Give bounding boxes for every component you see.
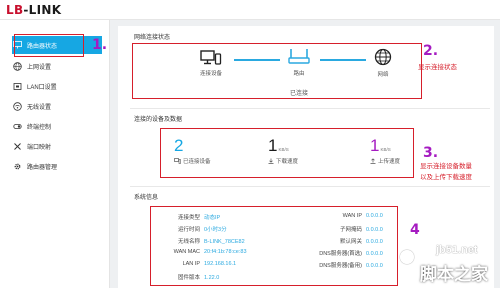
router-icon: [288, 49, 310, 64]
sidebar-item-label: LAN口设置: [27, 84, 57, 91]
info-row: 连接类型 动态IP: [177, 215, 221, 221]
info-row: 子网掩码 0.0.0.0: [339, 227, 383, 233]
internet-device: 网络: [368, 48, 398, 78]
sidebar-item-router-management[interactable]: 路由器管理: [12, 157, 102, 175]
sidebar-item-wireless[interactable]: 无线设置: [12, 97, 102, 115]
info-row: DNS服务器(首选) 0.0.0.0: [319, 251, 383, 257]
wifi-icon: [12, 101, 22, 111]
sidebar-item-label: 无线设置: [27, 104, 52, 111]
sidebar-item-terminal-control[interactable]: 终端控制: [12, 117, 102, 135]
globe-icon: [12, 61, 22, 71]
info-row: LAN IP 192.168.16.1: [182, 261, 237, 267]
sidebar-item-label: 路由器管理: [27, 164, 58, 171]
download-icon: [268, 158, 274, 164]
info-row: 运行时间 0小时3分: [177, 227, 227, 233]
sidebar-item-lan[interactable]: LAN口设置: [12, 77, 102, 95]
sidebar: 路由器状态 上网设置 LAN口设置 无线设置 终端控制 端口映射 路由器管理: [0, 20, 110, 288]
connected-device: 连接设备: [196, 50, 226, 77]
annotation-box-menu: [14, 34, 84, 57]
connected-count: 2: [174, 136, 184, 155]
divider: [130, 186, 490, 187]
sidebar-item-label: 终端控制: [27, 124, 52, 131]
section-title-network: 网络连接状态: [134, 35, 171, 41]
upload-speed-value: 1: [370, 136, 380, 155]
sidebar-item-port-forwarding[interactable]: 端口映射: [12, 137, 102, 155]
download-speed-value: 1: [268, 136, 278, 155]
watermark-brand: 脚本之家: [420, 265, 488, 284]
annotation-number: 4: [410, 222, 420, 238]
info-row: WAN MAC 20:f4:1b:78:ce:83: [173, 249, 247, 255]
download-speed-stat: 1KB/S 下载速度: [268, 136, 299, 165]
watermark-logo-icon: [400, 250, 414, 264]
computer-icon: [200, 50, 222, 65]
lan-icon: [12, 81, 22, 91]
annotation-text: 显示连接状态: [418, 64, 457, 71]
annotation-number: 2.: [423, 43, 439, 59]
link-line-left: [234, 59, 280, 61]
upload-speed-stat: 1KB/S 上传速度: [370, 136, 401, 165]
control-icon: [12, 121, 22, 131]
sidebar-item-internet[interactable]: 上网设置: [12, 57, 102, 75]
annotation-number: 3.: [423, 145, 439, 161]
annotation-text: 显示连接设备数量: [420, 163, 472, 170]
annotation-text: 以及上传下载速度: [420, 174, 472, 181]
sidebar-item-label: 端口映射: [27, 144, 52, 151]
connection-status: 已连接: [290, 91, 309, 97]
brand-logo: LB-LINK: [6, 3, 62, 17]
section-title-system: 系统信息: [134, 195, 159, 201]
info-row: 默认网关 0.0.0.0: [339, 239, 383, 245]
router-device: 路由: [284, 48, 314, 77]
devices-icon: [174, 158, 181, 164]
info-row: DNS服务器(备用) 0.0.0.0: [319, 263, 383, 269]
top-bar: LB-LINK: [0, 0, 500, 20]
tools-icon: [12, 141, 22, 151]
link-line-right: [320, 59, 366, 61]
watermark-url: jb51.net: [436, 244, 478, 256]
section-title-devices: 连接的设备及数据: [134, 117, 183, 123]
info-row: WAN IP 0.0.0.0: [342, 213, 383, 219]
globe-icon: [374, 48, 392, 66]
gear-icon: [12, 161, 22, 171]
divider: [130, 108, 490, 109]
upload-icon: [370, 158, 376, 164]
info-row: 无线名称 B-LINK_78CE82: [177, 239, 245, 245]
annotation-number: 1.: [92, 37, 108, 53]
info-row: 固件版本 1.22.0: [177, 275, 220, 281]
connected-count-stat: 2 已连接设备: [174, 136, 211, 165]
sidebar-item-label: 上网设置: [27, 64, 52, 71]
